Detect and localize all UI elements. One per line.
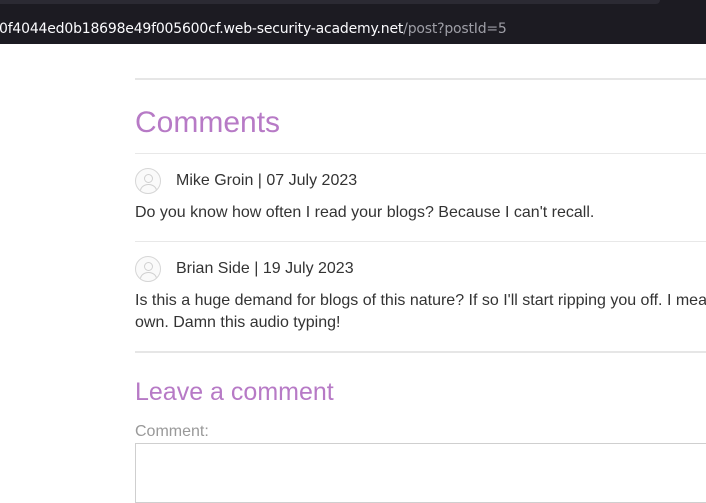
comment-divider	[135, 153, 706, 154]
comment-author-date: Mike Groin | 07 July 2023	[176, 172, 358, 189]
avatar-icon	[135, 256, 161, 282]
browser-toolbar: 0f4044ed0b18698e49f005600cf.web-security…	[0, 0, 706, 44]
comment-header: Brian Side | 19 July 2023	[135, 255, 354, 283]
divider	[135, 351, 706, 353]
url-path: /post?postId=5	[403, 21, 507, 37]
comment-text-continued: own. Damn this audio typing!	[135, 314, 341, 331]
comment-header: Mike Groin | 07 July 2023	[135, 167, 357, 195]
divider	[135, 78, 706, 80]
url-host: 0f4044ed0b18698e49f005600cf.web-security…	[0, 21, 404, 37]
comment-author-date: Brian Side | 19 July 2023	[176, 260, 354, 277]
avatar-icon	[135, 168, 161, 194]
blog-post-page: Comments Mike Groin | 07 July 2023 Do yo…	[0, 44, 706, 503]
comment-label: Comment:	[135, 423, 209, 440]
comments-heading: Comments	[135, 106, 281, 139]
comment-text: Do you know how often I read your blogs?…	[135, 204, 595, 221]
tab-strip-edge	[0, 0, 660, 4]
comment-textarea[interactable]	[135, 443, 706, 503]
leave-comment-heading: Leave a comment	[135, 378, 334, 406]
comment-divider	[135, 241, 706, 242]
comment-text: Is this a huge demand for blogs of this …	[135, 292, 706, 309]
address-bar-url[interactable]: 0f4044ed0b18698e49f005600cf.web-security…	[0, 21, 507, 37]
address-bar[interactable]: 0f4044ed0b18698e49f005600cf.web-security…	[0, 6, 706, 40]
